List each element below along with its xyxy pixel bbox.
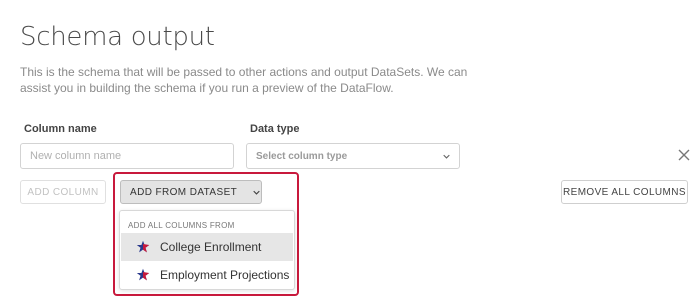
data-type-label: Data type (250, 123, 300, 135)
page-title: Schema output (20, 22, 215, 52)
remove-all-columns-button[interactable]: REMOVE ALL COLUMNS (561, 180, 688, 204)
dataset-dropdown-menu: ADD ALL COLUMNS FROM College Enrollment … (119, 210, 295, 290)
dropdown-item-employment-projections[interactable]: Employment Projections (121, 261, 293, 289)
chevron-down-icon (443, 154, 450, 159)
add-from-dataset-button[interactable]: ADD FROM DATASET (120, 180, 262, 204)
dropdown-item-label: College Enrollment (160, 240, 262, 254)
add-from-dataset-label: ADD FROM DATASET (130, 186, 238, 198)
dataset-star-icon (136, 240, 150, 253)
dropdown-item-label: Employment Projections (160, 268, 290, 282)
add-column-button[interactable]: ADD COLUMN (20, 180, 106, 204)
chevron-down-icon (253, 190, 260, 195)
column-name-label: Column name (24, 123, 97, 135)
data-type-select-value: Select column type (256, 150, 348, 162)
page-description: This is the schema that will be passed t… (20, 65, 468, 95)
dataset-star-icon (136, 268, 150, 281)
close-icon[interactable] (677, 148, 691, 162)
dropdown-item-college-enrollment[interactable]: College Enrollment (121, 233, 293, 261)
data-type-select[interactable]: Select column type (246, 143, 460, 169)
column-name-input[interactable] (20, 143, 234, 169)
dropdown-header: ADD ALL COLUMNS FROM (128, 221, 235, 230)
